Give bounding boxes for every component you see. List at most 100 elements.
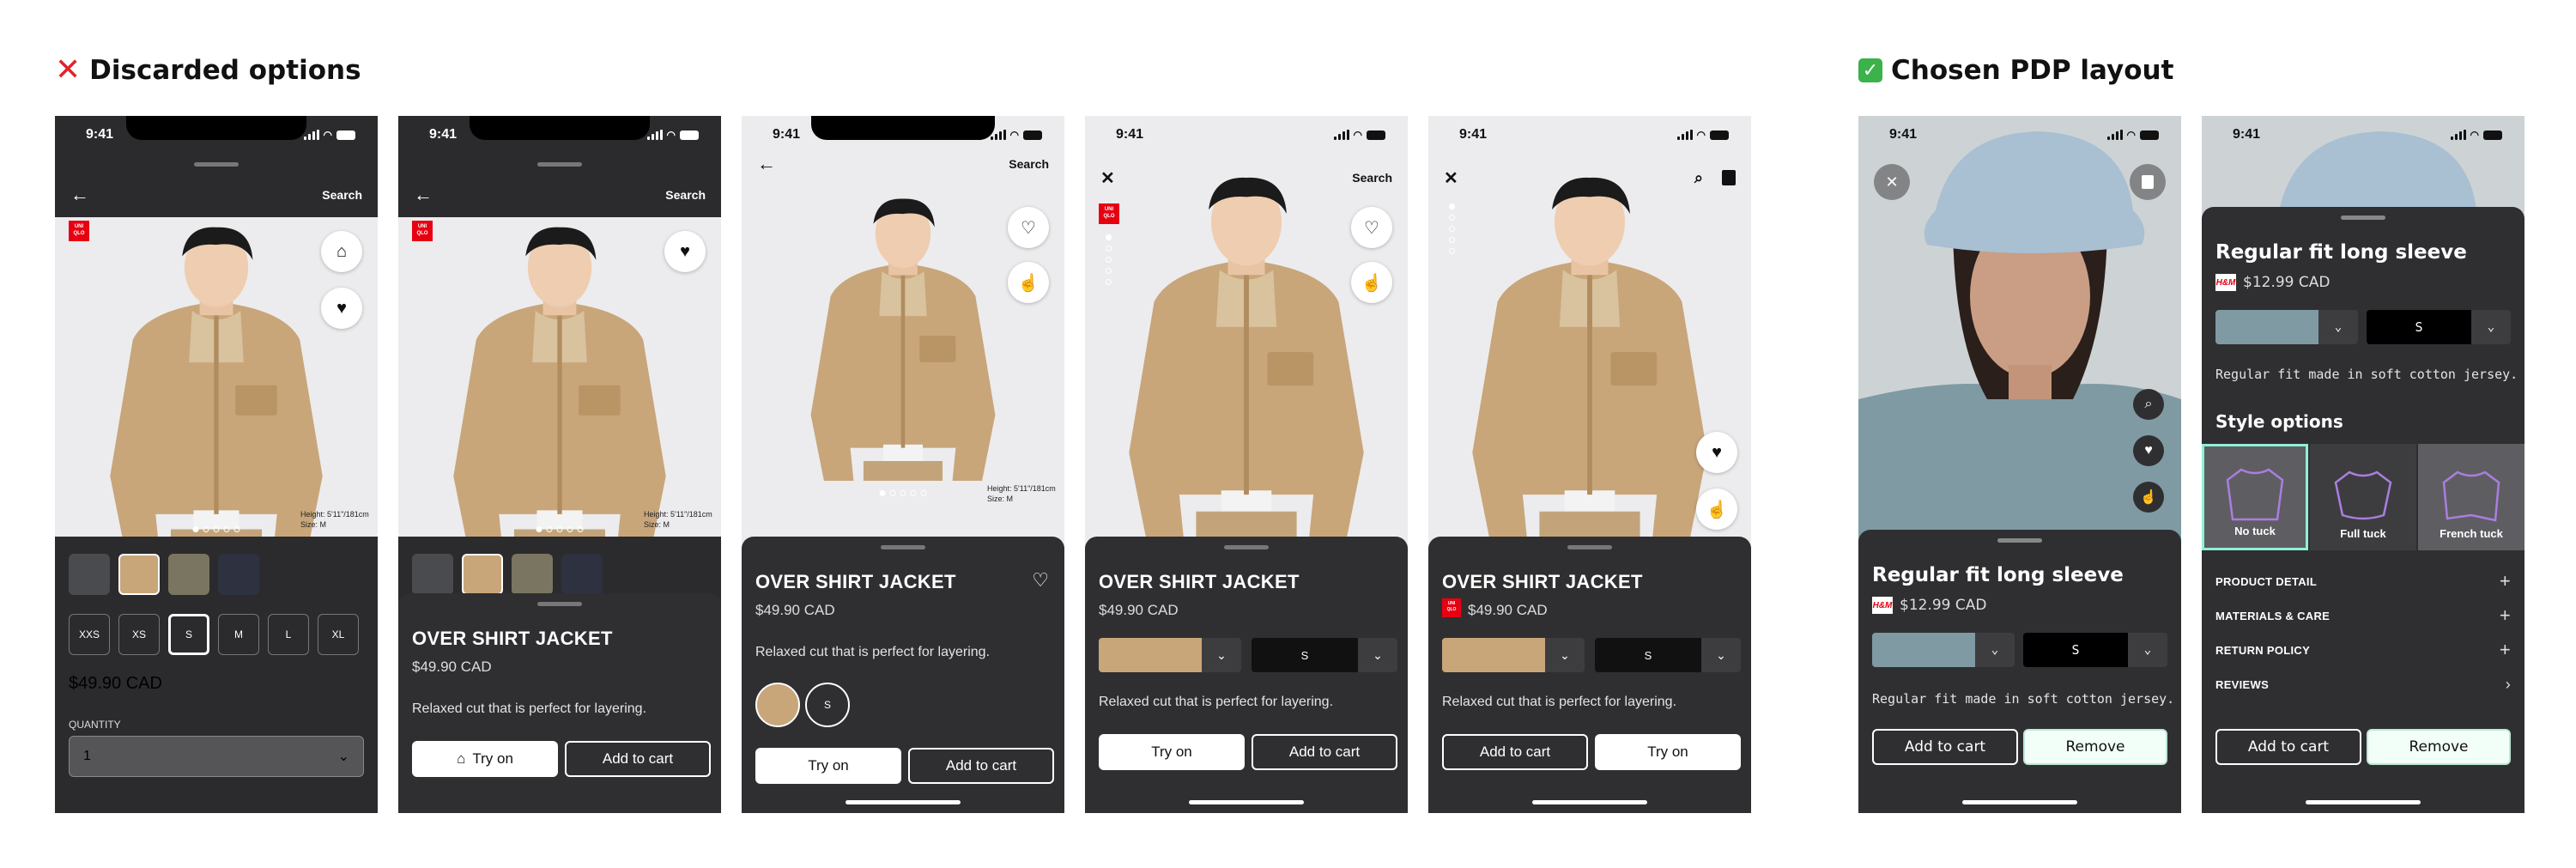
product-price: $49.90 CAD [1468, 602, 1548, 618]
search-link[interactable]: Search [1352, 171, 1392, 185]
quantity-label: QUANTITY [69, 719, 121, 731]
size-xs[interactable]: XS [118, 614, 160, 655]
remove-button[interactable]: Remove [2023, 729, 2167, 765]
size-select[interactable]: S ⌄ [2023, 633, 2167, 667]
try-on-button[interactable]: Try on [1099, 734, 1245, 770]
hm-logo: H&M [1872, 597, 1893, 614]
size-value: S [1252, 638, 1358, 672]
search-icon[interactable]: ⌕ [2133, 389, 2164, 420]
color-select[interactable]: ⌄ [1442, 638, 1585, 672]
heart-icon[interactable]: ♥ [664, 231, 706, 272]
model-image [1472, 177, 1707, 537]
signal-icon [2106, 130, 2123, 140]
sheet-grab-handle[interactable] [537, 602, 582, 606]
swatch-grey[interactable] [69, 554, 110, 595]
add-to-cart-button[interactable]: Add to cart [1872, 729, 2018, 765]
color-select[interactable]: ⌄ [1872, 633, 2015, 667]
style-option-french-tuck[interactable]: French tuck [2418, 444, 2524, 550]
color-swatch-khaki[interactable] [755, 683, 800, 727]
home-indicator [1189, 800, 1304, 804]
size-xl[interactable]: XL [318, 614, 359, 655]
try-on-button[interactable]: Try on [1595, 734, 1741, 770]
sheet-grab-handle[interactable] [881, 545, 925, 549]
swatch-olive[interactable] [512, 554, 553, 595]
heart-icon[interactable]: ♡ [1032, 569, 1049, 592]
discarded-options-heading: ✕ Discarded options [55, 55, 361, 87]
size-select[interactable]: S ⌄ [1595, 638, 1741, 672]
add-to-cart-button[interactable]: Add to cart [1442, 734, 1588, 770]
swatch-olive[interactable] [168, 554, 209, 595]
hand-pointer-icon[interactable]: ☝ [2133, 482, 2164, 513]
size-l[interactable]: L [268, 614, 309, 655]
shopping-bag-icon[interactable] [2130, 164, 2166, 200]
carousel-dots[interactable] [536, 526, 584, 532]
sheet-grab-handle[interactable] [1224, 545, 1269, 549]
swatch-grey[interactable] [412, 554, 453, 595]
chevron-down-icon: ⌄ [1975, 633, 2015, 667]
sheet-grab-handle[interactable] [1567, 545, 1612, 549]
try-on-button[interactable]: ⌂ Try on [412, 741, 558, 777]
carousel-dots[interactable] [192, 526, 240, 532]
add-to-cart-button[interactable]: Add to cart [565, 741, 711, 777]
carousel-dots-vertical[interactable] [1449, 203, 1455, 254]
accordion-return-policy[interactable]: RETURN POLICY + [2215, 633, 2511, 667]
close-icon[interactable]: ✕ [1874, 164, 1910, 200]
product-title: OVER SHIRT JACKET [1442, 571, 1643, 592]
size-m[interactable]: M [218, 614, 259, 655]
home-indicator [846, 800, 961, 804]
style-option-no-tuck[interactable]: No tuck [2202, 444, 2308, 550]
signal-icon [646, 130, 663, 140]
chevron-down-icon: ⌄ [1701, 638, 1741, 672]
sheet-grab-handle[interactable] [2341, 215, 2385, 220]
heart-icon[interactable]: ♡ [1008, 207, 1049, 248]
status-time: 9:41 [2233, 127, 2261, 142]
color-select[interactable]: ⌄ [2215, 310, 2358, 344]
swatch-khaki[interactable] [462, 554, 503, 595]
close-icon[interactable]: ✕ [1100, 167, 1115, 189]
quantity-select[interactable]: 1 ⌄ [69, 736, 364, 777]
search-link[interactable]: Search [665, 188, 706, 202]
heart-icon[interactable]: ♡ [1351, 207, 1392, 248]
heart-icon[interactable]: ♥ [2133, 435, 2164, 466]
hand-pointer-icon[interactable]: ☝ [1696, 489, 1737, 530]
sheet-grab-handle[interactable] [1997, 538, 2042, 543]
back-arrow-icon[interactable]: ← [414, 184, 433, 206]
carousel-dots-vertical[interactable] [1106, 234, 1112, 285]
hand-pointer-icon[interactable]: ☝ [1008, 262, 1049, 303]
grab-handle[interactable] [194, 162, 239, 167]
remove-button[interactable]: Remove [2367, 729, 2511, 765]
chosen-layout-heading: ✓ Chosen PDP layout [1858, 55, 2173, 86]
hanger-icon[interactable]: ⌂ [321, 231, 362, 272]
swatch-navy[interactable] [218, 554, 259, 595]
search-link[interactable]: Search [1009, 157, 1049, 171]
back-arrow-icon[interactable]: ← [70, 184, 89, 206]
add-to-cart-button[interactable]: Add to cart [908, 748, 1054, 784]
heart-icon[interactable]: ♥ [321, 288, 362, 329]
hand-pointer-icon[interactable]: ☝ [1351, 262, 1392, 303]
back-arrow-icon[interactable]: ← [757, 153, 776, 175]
size-xxs[interactable]: XXS [69, 614, 110, 655]
color-select[interactable]: ⌄ [1099, 638, 1241, 672]
plus-icon: + [2499, 570, 2511, 592]
close-icon[interactable]: ✕ [1444, 167, 1458, 189]
carousel-dots[interactable] [879, 490, 927, 496]
search-link[interactable]: Search [322, 188, 362, 202]
search-icon[interactable]: ⌕ [1694, 169, 1703, 187]
swatch-khaki[interactable] [118, 554, 160, 595]
accordion-product-detail[interactable]: PRODUCT DETAIL + [2215, 564, 2511, 598]
add-to-cart-button[interactable]: Add to cart [2215, 729, 2361, 765]
grab-handle[interactable] [537, 162, 582, 167]
shopping-bag-icon[interactable] [1722, 170, 1736, 185]
size-option-s[interactable]: S [805, 683, 850, 727]
chosen-layout-label: Chosen PDP layout [1891, 55, 2174, 86]
accordion-materials-care[interactable]: MATERIALS & CARE + [2215, 598, 2511, 633]
size-s[interactable]: S [168, 614, 209, 655]
add-to-cart-button[interactable]: Add to cart [1252, 734, 1397, 770]
style-option-full-tuck[interactable]: Full tuck [2310, 444, 2416, 550]
accordion-reviews[interactable]: REVIEWS › [2215, 667, 2511, 701]
swatch-navy[interactable] [561, 554, 603, 595]
heart-icon[interactable]: ♥ [1696, 432, 1737, 473]
try-on-button[interactable]: Try on [755, 748, 901, 784]
size-select[interactable]: S ⌄ [2367, 310, 2511, 344]
size-select[interactable]: S ⌄ [1252, 638, 1397, 672]
